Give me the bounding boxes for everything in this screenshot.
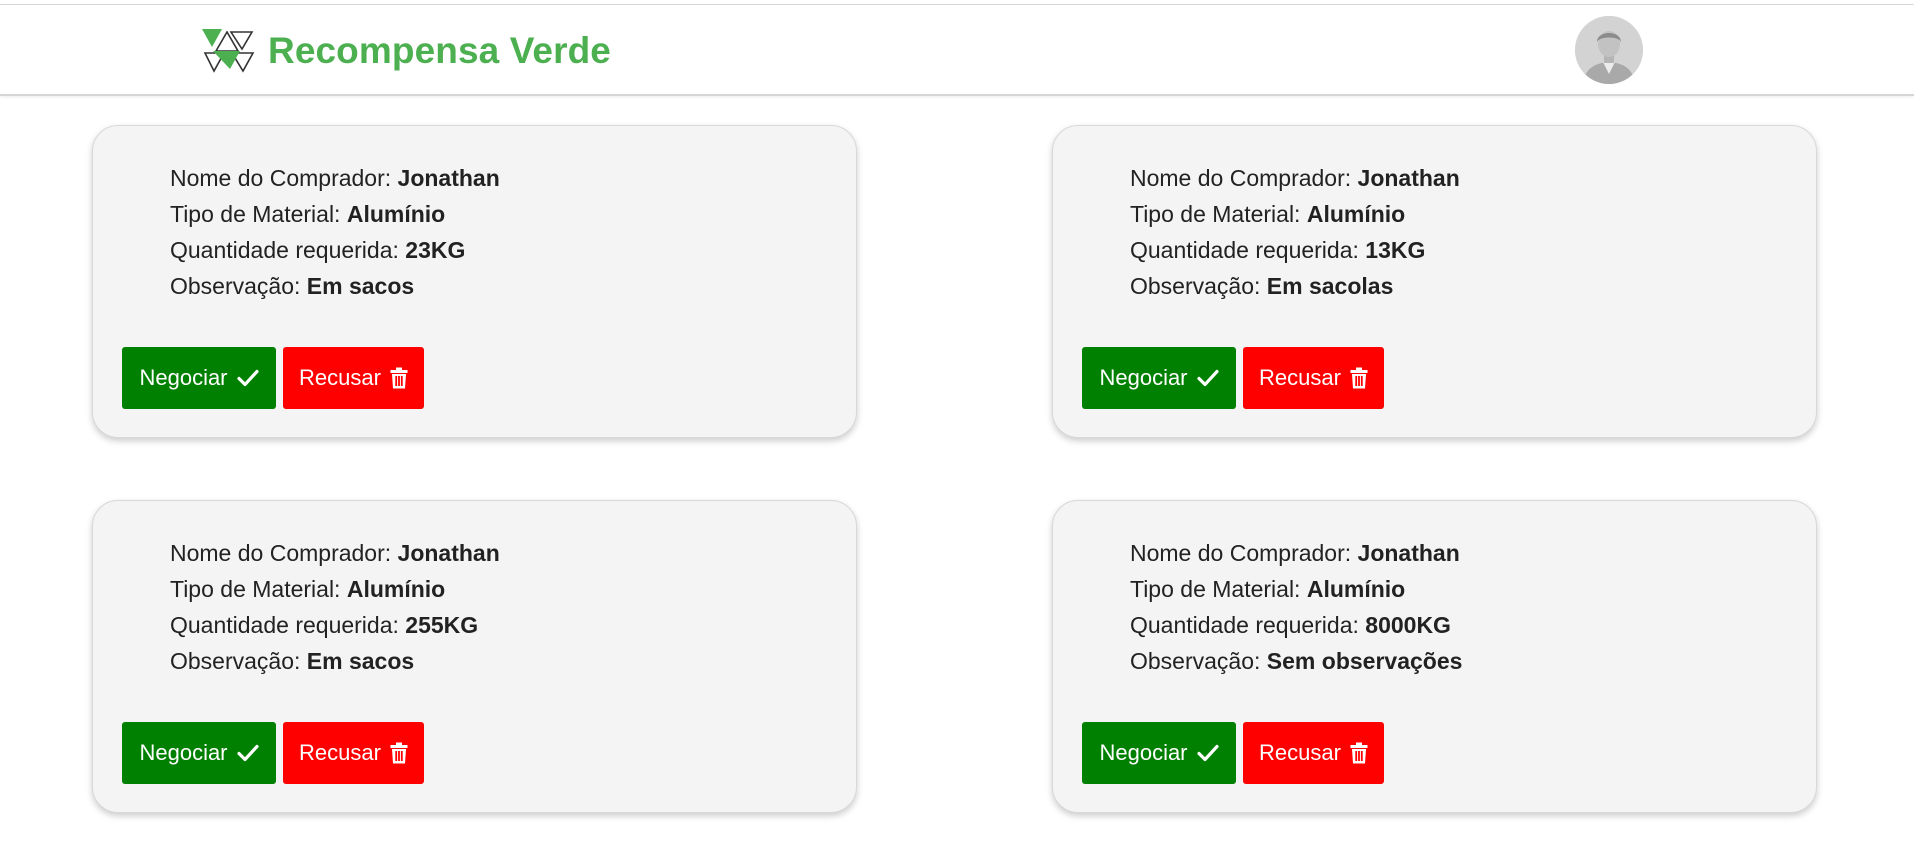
negotiate-label: Negociar [1099,740,1188,765]
note-label: Observação: [170,648,307,674]
check-icon [1196,744,1219,762]
quantity-value: 8000KG [1365,612,1451,638]
material-label: Tipo de Material: [170,576,347,602]
card-actions: Negociar Recusar [1082,722,1384,784]
trash-icon [1350,742,1368,764]
quantity-row: Quantidade requerida: 23KG [170,232,500,268]
note-value: Em sacos [306,648,415,674]
buyer-row: Nome do Comprador: Jonathan [170,160,500,196]
negotiate-button[interactable]: Negociar [122,722,276,784]
recycle-triangles-logo-icon [202,29,255,73]
quantity-row: Quantidade requerida: 13KG [1130,232,1460,268]
refuse-label: Recusar [1259,740,1341,765]
note-row: Observação: Em sacolas [1130,268,1460,304]
card-actions: Negociar Recusar [122,722,424,784]
buyer-value: Jonathan [1357,540,1460,566]
request-card: Nome do Comprador: Jonathan Tipo de Mate… [1052,125,1817,438]
material-value: Alumínio [346,576,446,602]
buyer-label: Nome do Comprador: [1130,165,1358,191]
negotiate-button[interactable]: Negociar [1082,722,1236,784]
user-avatar-icon [1575,16,1643,84]
request-info: Nome do Comprador: Jonathan Tipo de Mate… [170,160,500,304]
refuse-button[interactable]: Recusar [283,722,424,784]
buyer-value: Jonathan [1357,165,1460,191]
material-value: Alumínio [1306,201,1406,227]
material-label: Tipo de Material: [1130,201,1307,227]
check-icon [1196,369,1219,387]
buyer-row: Nome do Comprador: Jonathan [170,535,500,571]
material-row: Tipo de Material: Alumínio [1130,571,1462,607]
card-actions: Negociar Recusar [1082,347,1384,409]
refuse-button[interactable]: Recusar [1243,347,1384,409]
note-label: Observação: [170,273,307,299]
note-row: Observação: Sem observações [1130,643,1462,679]
material-label: Tipo de Material: [1130,576,1307,602]
quantity-row: Quantidade requerida: 8000KG [1130,607,1462,643]
trash-icon [390,367,408,389]
quantity-label: Quantidade requerida: [170,612,406,638]
brand-title: Recompensa Verde [268,30,611,71]
brand[interactable]: Recompensa Verde [200,27,611,75]
note-row: Observação: Em sacos [170,268,500,304]
buyer-row: Nome do Comprador: Jonathan [1130,535,1462,571]
trash-icon [390,742,408,764]
material-row: Tipo de Material: Alumínio [170,571,500,607]
request-card: Nome do Comprador: Jonathan Tipo de Mate… [92,500,857,813]
note-row: Observação: Em sacos [170,643,500,679]
card-actions: Negociar Recusar [122,347,424,409]
quantity-value: 23KG [405,237,466,263]
quantity-label: Quantidade requerida: [170,237,406,263]
quantity-label: Quantidade requerida: [1130,237,1366,263]
request-card: Nome do Comprador: Jonathan Tipo de Mate… [92,125,857,438]
note-value: Em sacos [306,273,415,299]
buyer-label: Nome do Comprador: [170,540,398,566]
request-card: Nome do Comprador: Jonathan Tipo de Mate… [1052,500,1817,813]
check-icon [236,369,259,387]
refuse-label: Recusar [299,365,381,390]
top-navbar: Recompensa Verde [0,5,1914,96]
refuse-button[interactable]: Recusar [1243,722,1384,784]
quantity-label: Quantidade requerida: [1130,612,1366,638]
request-info: Nome do Comprador: Jonathan Tipo de Mate… [1130,160,1460,304]
trash-icon [1350,367,1368,389]
quantity-row: Quantidade requerida: 255KG [170,607,500,643]
buyer-value: Jonathan [397,540,500,566]
material-label: Tipo de Material: [170,201,347,227]
note-value: Sem observações [1266,648,1463,674]
negotiate-label: Negociar [139,365,228,390]
note-label: Observação: [1130,273,1267,299]
refuse-label: Recusar [1259,365,1341,390]
negotiate-button[interactable]: Negociar [1082,347,1236,409]
refuse-button[interactable]: Recusar [283,347,424,409]
material-row: Tipo de Material: Alumínio [1130,196,1460,232]
negotiate-button[interactable]: Negociar [122,347,276,409]
negotiate-label: Negociar [1099,365,1188,390]
note-label: Observação: [1130,648,1267,674]
buyer-label: Nome do Comprador: [1130,540,1358,566]
refuse-label: Recusar [299,740,381,765]
quantity-value: 13KG [1365,237,1426,263]
negotiate-label: Negociar [139,740,228,765]
check-icon [236,744,259,762]
buyer-value: Jonathan [397,165,500,191]
buyer-row: Nome do Comprador: Jonathan [1130,160,1460,196]
material-row: Tipo de Material: Alumínio [170,196,500,232]
request-info: Nome do Comprador: Jonathan Tipo de Mate… [170,535,500,679]
request-info: Nome do Comprador: Jonathan Tipo de Mate… [1130,535,1462,679]
buyer-label: Nome do Comprador: [170,165,398,191]
user-avatar[interactable] [1575,16,1643,84]
quantity-value: 255KG [405,612,479,638]
note-value: Em sacolas [1266,273,1394,299]
material-value: Alumínio [346,201,446,227]
material-value: Alumínio [1306,576,1406,602]
